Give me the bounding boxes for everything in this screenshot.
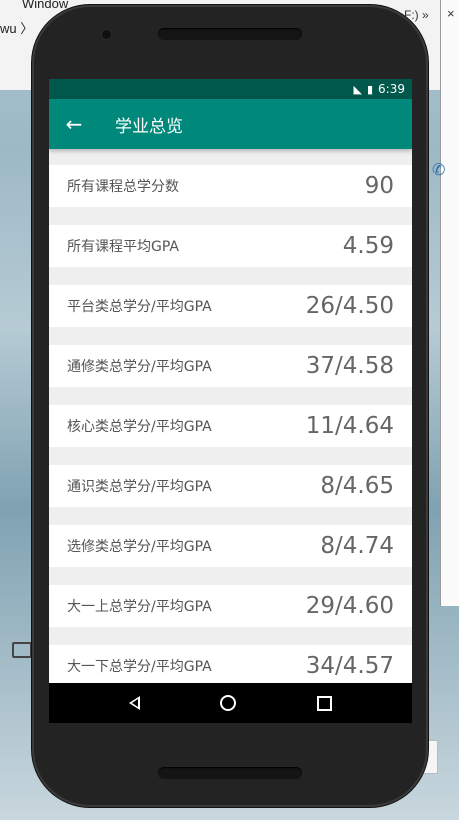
phone-screen: ◣ ▮ 6:39 ← 学业总览 所有课程总学分数 90 所有课程平均GPA 4.59 平… [49, 79, 412, 723]
list-item-value: 29/4.60 [305, 593, 394, 619]
list-item-label: 选修类总学分/平均GPA [67, 539, 212, 555]
top-speaker [158, 28, 302, 40]
list-item-label: 大一上总学分/平均GPA [67, 599, 212, 615]
list-item-value: 37/4.58 [305, 353, 394, 379]
list-item[interactable]: 通识类总学分/平均GPA 8/4.65 [49, 465, 412, 507]
desktop-address-fragment[interactable]: wu 〉 [0, 18, 33, 37]
list-item-label: 平台类总学分/平均GPA [67, 299, 212, 315]
page-title: 学业总览 [115, 116, 183, 137]
summary-list: 所有课程总学分数 90 所有课程平均GPA 4.59 平台类总学分/平均GPA 26/4.… [49, 149, 412, 687]
app-bar: ← 学业总览 [49, 99, 412, 149]
lte-signal-icon: ◣ [353, 82, 362, 96]
android-nav-bar [49, 683, 412, 723]
front-camera [102, 30, 111, 39]
bottom-speaker [158, 767, 302, 779]
battery-charging-icon: ▮ [366, 82, 374, 96]
list-item-label: 通识类总学分/平均GPA [67, 479, 212, 495]
list-item-label: 通修类总学分/平均GPA [67, 359, 212, 375]
desktop-side-panel [440, 0, 459, 606]
nav-back-icon[interactable] [129, 696, 141, 710]
nav-home-icon[interactable] [220, 695, 237, 711]
desktop-window-title: Window [22, 0, 69, 11]
list-item-value: 26/4.50 [305, 293, 394, 319]
status-bar: ◣ ▮ 6:39 [49, 79, 412, 99]
list-item[interactable]: 选修类总学分/平均GPA 8/4.74 [49, 525, 412, 567]
list-item-label: 大一下总学分/平均GPA [67, 659, 212, 675]
list-item[interactable]: 所有课程总学分数 90 [49, 165, 412, 207]
nav-recents-icon[interactable] [316, 695, 332, 711]
list-item[interactable]: 核心类总学分/平均GPA 11/4.64 [49, 405, 412, 447]
list-item-label: 核心类总学分/平均GPA [67, 419, 212, 435]
desktop-folder-icon[interactable] [12, 642, 32, 658]
list-item[interactable]: 通修类总学分/平均GPA 37/4.58 [49, 345, 412, 387]
desktop-close-icon[interactable]: × [447, 6, 455, 21]
list-item-value: 11/4.64 [305, 413, 394, 439]
list-item-label: 所有课程平均GPA [67, 239, 179, 255]
list-item-value: 8/4.65 [320, 473, 394, 499]
arrow-left-icon[interactable]: ← [49, 112, 97, 136]
list-item[interactable]: 平台类总学分/平均GPA 26/4.50 [49, 285, 412, 327]
list-item[interactable]: 大一下总学分/平均GPA 34/4.57 [49, 645, 412, 687]
status-time: 6:39 [378, 82, 405, 96]
list-item[interactable]: 大一上总学分/平均GPA 29/4.60 [49, 585, 412, 627]
list-item-label: 所有课程总学分数 [67, 179, 179, 195]
list-item-value: 4.59 [342, 233, 394, 259]
phone-frame: ◣ ▮ 6:39 ← 学业总览 所有课程总学分数 90 所有课程平均GPA 4.59 平… [32, 5, 428, 807]
list-item-value: 8/4.74 [320, 533, 394, 559]
list-item-value: 90 [364, 173, 394, 199]
desktop-phone-icon: ✆ [432, 160, 446, 179]
list-item-value: 34/4.57 [305, 653, 394, 679]
list-item[interactable]: 所有课程平均GPA 4.59 [49, 225, 412, 267]
